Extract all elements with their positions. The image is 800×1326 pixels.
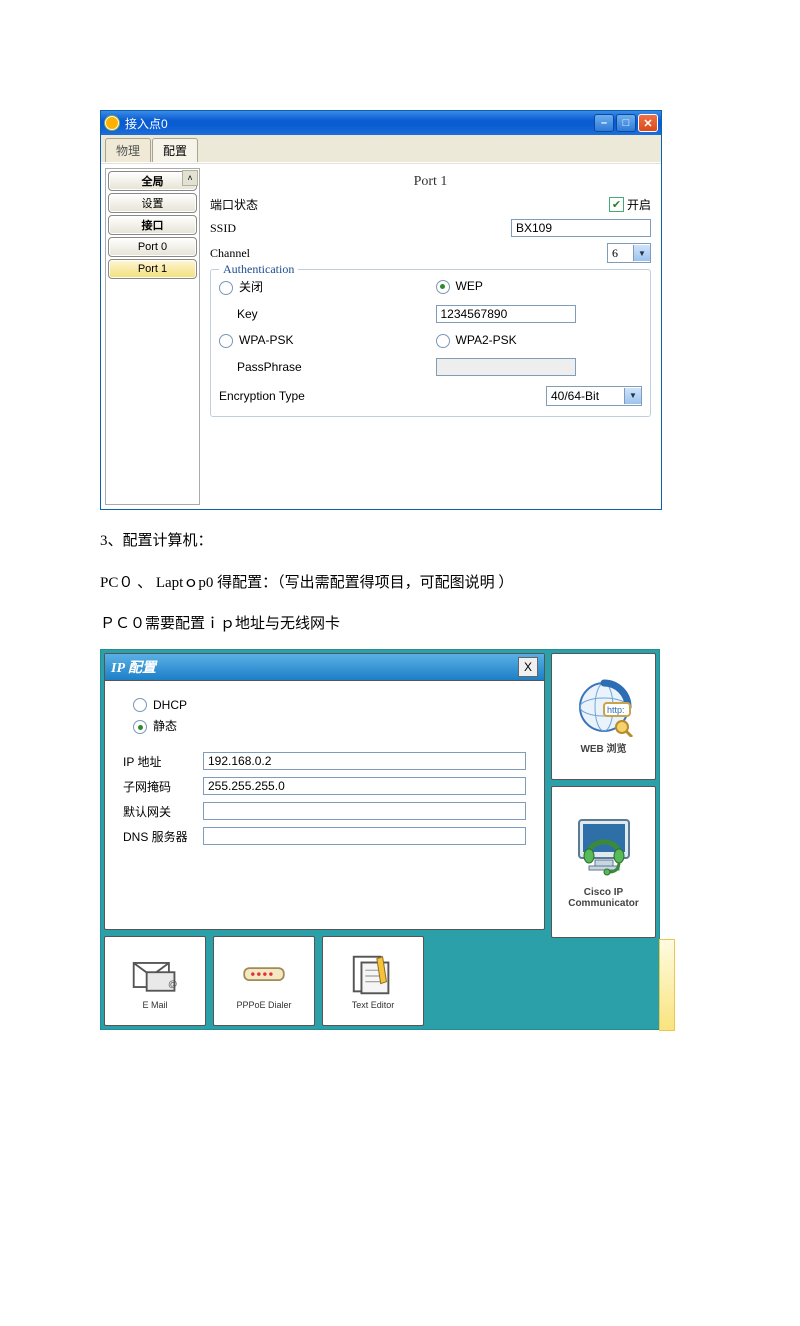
ssid-input[interactable] [511, 219, 651, 237]
modem-icon [239, 952, 289, 998]
doc-para-2: PC０ 、 Laptｏp0 得配置：（写出需配置得项目，可配图说明 ） [100, 574, 700, 594]
auth-wpa-radio[interactable] [219, 334, 233, 348]
chevron-down-icon: ▼ [624, 388, 641, 404]
web-browser-label: WEB 浏览 [580, 740, 626, 755]
gateway-label: 默认网关 [123, 803, 203, 820]
channel-label: Channel [210, 246, 305, 261]
ip-config-window: IP 配置 X DHCP 静态 IP 地址 子网掩码 默认网关 DNS 服务器 [104, 653, 545, 930]
key-input[interactable] [436, 305, 576, 323]
app-pppoe[interactable]: PPPoE Dialer [213, 936, 315, 1026]
dns-input[interactable] [203, 827, 526, 845]
port-state-on: 开启 [627, 196, 651, 213]
svg-text:http:: http: [607, 705, 625, 715]
sidebar-port0[interactable]: Port 0 [108, 237, 197, 257]
app-icon [104, 115, 120, 131]
tab-strip: 物理 配置 [101, 135, 661, 163]
yellow-strip [659, 939, 675, 1031]
encryption-label: Encryption Type [219, 389, 305, 403]
auth-legend: Authentication [219, 262, 298, 277]
gateway-input[interactable] [203, 802, 526, 820]
ip-config-titlebar[interactable]: IP 配置 X [105, 654, 544, 681]
app-email-label: E Mail [142, 1000, 167, 1010]
passphrase-label: PassPhrase [237, 360, 302, 374]
app-texteditor-label: Text Editor [352, 1000, 395, 1010]
port-state-label: 端口状态 [210, 196, 305, 213]
auth-group: Authentication 关闭 WEP Key WPA-PSK WPA2-P… [210, 269, 651, 417]
app-web-browser[interactable]: http: WEB 浏览 [551, 653, 656, 780]
ip-address-label: IP 地址 [123, 753, 203, 770]
dhcp-label: DHCP [153, 698, 187, 712]
auth-wpa2-label: WPA2-PSK [456, 333, 517, 347]
ip-address-input[interactable] [203, 752, 526, 770]
ssid-label: SSID [210, 221, 305, 236]
auth-wpa-label: WPA-PSK [239, 333, 293, 347]
port-state-checkbox[interactable]: ✔ [609, 197, 624, 212]
svg-text:@: @ [168, 979, 177, 989]
pc-desktop-panel: IP 配置 X DHCP 静态 IP 地址 子网掩码 默认网关 DNS 服务器 [100, 649, 660, 1030]
doc-para-1: 3、配置计算机： [100, 532, 700, 552]
auth-wep-label: WEP [456, 279, 483, 293]
close-button[interactable]: ✕ [638, 114, 658, 132]
auth-off-label: 关闭 [239, 280, 263, 294]
ip-config-title: IP 配置 [111, 657, 156, 677]
sidebar-settings[interactable]: 设置 [108, 193, 197, 213]
app-strip: @ E Mail PPPoE Dialer Text Editor [104, 936, 545, 1026]
dns-label: DNS 服务器 [123, 828, 203, 845]
sidebar-interface[interactable]: 接口 [108, 215, 197, 235]
app-cisco-ip[interactable]: Cisco IP Communicator [551, 786, 656, 938]
encryption-select[interactable]: 40/64-Bit▼ [546, 386, 642, 406]
maximize-button[interactable]: □ [616, 114, 636, 132]
monitor-headset-icon [569, 814, 639, 884]
app-email[interactable]: @ E Mail [104, 936, 206, 1026]
envelope-icon: @ [130, 952, 180, 998]
static-radio[interactable] [133, 720, 147, 734]
auth-off-radio[interactable] [219, 281, 233, 295]
doc-para-3: ＰＣ０需要配置ｉｐ地址与无线网卡 [100, 615, 700, 635]
auth-wpa2-radio[interactable] [436, 334, 450, 348]
access-point-window: 接入点0 – □ ✕ 物理 配置 ˄ 全局 设置 接口 Port 0 Port … [100, 110, 662, 510]
cisco-ip-label: Cisco IP Communicator [552, 887, 655, 909]
config-sidebar: ˄ 全局 设置 接口 Port 0 Port 1 [105, 168, 200, 505]
notepad-icon [348, 952, 398, 998]
tab-physical[interactable]: 物理 [105, 138, 151, 162]
tab-config[interactable]: 配置 [152, 138, 198, 162]
subnet-label: 子网掩码 [123, 778, 203, 795]
app-texteditor[interactable]: Text Editor [322, 936, 424, 1026]
dhcp-radio[interactable] [133, 698, 147, 712]
minimize-button[interactable]: – [594, 114, 614, 132]
titlebar[interactable]: 接入点0 – □ ✕ [101, 111, 661, 135]
static-label: 静态 [153, 719, 177, 733]
window-title: 接入点0 [125, 115, 168, 132]
key-label: Key [237, 307, 258, 321]
sidebar-port1[interactable]: Port 1 [108, 259, 197, 279]
passphrase-input [436, 358, 576, 376]
channel-select[interactable]: 6▼ [607, 243, 651, 263]
scroll-up-icon[interactable]: ˄ [182, 170, 198, 186]
globe-icon: http: [574, 677, 634, 737]
port-heading: Port 1 [210, 174, 651, 190]
subnet-input[interactable] [203, 777, 526, 795]
ip-config-close[interactable]: X [518, 657, 538, 677]
chevron-down-icon: ▼ [633, 245, 650, 261]
app-pppoe-label: PPPoE Dialer [236, 1000, 291, 1010]
auth-wep-radio[interactable] [436, 280, 450, 294]
config-main: Port 1 端口状态 ✔ 开启 SSID Channel 6▼ Authent… [204, 164, 661, 509]
